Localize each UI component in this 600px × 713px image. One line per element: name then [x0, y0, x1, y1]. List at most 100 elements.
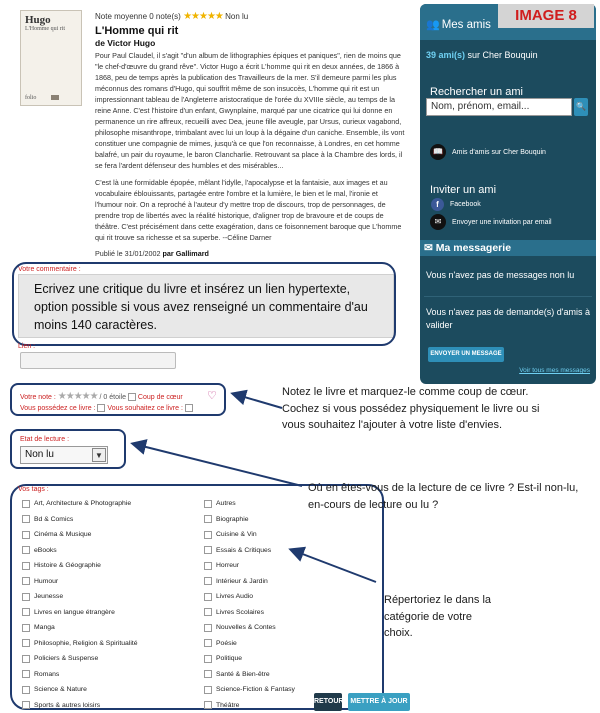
tag-option[interactable]: Humour	[22, 574, 148, 590]
tag-option[interactable]: Nouvelles & Contes	[204, 620, 295, 636]
tag-checkbox[interactable]	[204, 515, 212, 524]
link-label: Lien :	[18, 343, 36, 350]
friend-search-input[interactable]: Nom, prénom, email...	[426, 98, 572, 116]
facebook-invite-link[interactable]: f Facebook	[430, 198, 481, 211]
tag-label: Policiers & Suspense	[34, 655, 99, 663]
book-cover[interactable]: Hugo L'Homme qui rit folio	[20, 10, 82, 106]
tag-option[interactable]: Théâtre	[204, 698, 295, 713]
update-button[interactable]: METTRE À JOUR	[348, 693, 410, 711]
tag-option[interactable]: Romans	[22, 667, 148, 683]
tag-option[interactable]: Santé & Bien-être	[204, 667, 295, 683]
tag-checkbox[interactable]	[22, 499, 30, 508]
tag-option[interactable]: Cinéma & Musique	[22, 527, 148, 543]
heart-icon[interactable]: ♡	[207, 389, 217, 402]
tag-option[interactable]: Bd & Comics	[22, 512, 148, 528]
tag-checkbox[interactable]	[204, 670, 212, 679]
note-stars-input[interactable]: ★★★★★	[58, 391, 99, 402]
reading-state-label: Etat de lecture :	[20, 436, 70, 443]
tag-checkbox[interactable]	[204, 623, 212, 632]
back-button[interactable]: RETOUR	[314, 693, 343, 711]
tag-checkbox[interactable]	[22, 577, 30, 586]
tag-option[interactable]: Politique	[204, 651, 295, 667]
wish-checkbox[interactable]	[184, 404, 193, 412]
friends-count[interactable]: 39 ami(s) sur Cher Bouquin	[426, 50, 538, 60]
messages-title: Ma messagerie	[435, 242, 512, 254]
favorite-checkbox[interactable]	[127, 393, 136, 402]
tag-option[interactable]: Poésie	[204, 636, 295, 652]
tag-checkbox[interactable]	[22, 515, 30, 524]
tag-option[interactable]: Philosophie, Religion & Spiritualité	[22, 636, 148, 652]
friends-of-friends-link[interactable]: 📖 Amis d'amis sur Cher Bouquin	[430, 144, 546, 160]
tag-checkbox[interactable]	[22, 639, 30, 648]
tag-option[interactable]: Manga	[22, 620, 148, 636]
tag-label: Jeunesse	[34, 593, 64, 601]
tag-option[interactable]: Livres Audio	[204, 589, 295, 605]
cover-subtitle: L'Homme qui rit	[25, 26, 66, 32]
tag-option[interactable]: Cuisine & Vin	[204, 527, 295, 543]
tag-option[interactable]: Intérieur & Jardin	[204, 574, 295, 590]
tag-option[interactable]: Livres en langue étrangère	[22, 605, 148, 621]
tag-checkbox[interactable]	[22, 592, 30, 601]
tag-option[interactable]: Horreur	[204, 558, 295, 574]
publication-info: Publié le 31/01/2002 par Gallimard	[95, 249, 407, 258]
tag-checkbox[interactable]	[204, 654, 212, 663]
tag-option[interactable]: Livres Scolaires	[204, 605, 295, 621]
facebook-label: Facebook	[450, 201, 481, 208]
tag-checkbox[interactable]	[22, 623, 30, 632]
tag-label: eBooks	[34, 546, 57, 554]
comment-hint-callout: Ecrivez une critique du livre et insérez…	[12, 262, 396, 346]
tags-annotation: Répertoriez le dans la catégorie de votr…	[384, 594, 492, 639]
tag-option[interactable]: Art, Architecture & Photographie	[22, 496, 148, 512]
tag-label: Livres Scolaires	[216, 608, 264, 616]
email-invite-link[interactable]: ✉ Envoyer une invitation par email	[430, 214, 552, 230]
tag-option[interactable]: Histoire & Géographie	[22, 558, 148, 574]
tag-checkbox[interactable]	[204, 608, 212, 617]
reading-annotation: Où en êtes-vous de la lecture de ce livr…	[308, 482, 579, 511]
sidebar-divider	[424, 296, 592, 297]
tag-checkbox[interactable]	[22, 530, 30, 539]
tag-checkbox[interactable]	[204, 577, 212, 586]
cover-title: Hugo	[25, 14, 51, 26]
tag-checkbox[interactable]	[22, 685, 30, 694]
own-checkbox[interactable]	[97, 404, 106, 412]
tag-checkbox[interactable]	[22, 608, 30, 617]
tag-option[interactable]: Science & Nature	[22, 682, 148, 698]
search-icon[interactable]: 🔍	[574, 98, 588, 116]
publisher-link[interactable]: par Gallimard	[163, 249, 209, 258]
tag-option[interactable]: Policiers & Suspense	[22, 651, 148, 667]
tag-option[interactable]: eBooks	[22, 543, 148, 559]
tag-option[interactable]: Jeunesse	[22, 589, 148, 605]
tag-checkbox[interactable]	[22, 701, 30, 710]
tag-checkbox[interactable]	[22, 546, 30, 555]
tag-checkbox[interactable]	[22, 670, 30, 679]
rating-suffix: Non lu	[225, 12, 249, 21]
friends-count-suffix: sur Cher Bouquin	[467, 50, 538, 60]
tag-checkbox[interactable]	[204, 685, 212, 694]
tag-checkbox[interactable]	[22, 654, 30, 663]
tag-checkbox[interactable]	[204, 592, 212, 601]
tag-checkbox[interactable]	[204, 561, 212, 570]
tag-label: Nouvelles & Contes	[216, 624, 276, 632]
tag-option[interactable]: Sports & autres loisirs	[22, 698, 148, 713]
send-message-button[interactable]: ENVOYER UN MESSAGE	[428, 347, 504, 362]
all-messages-link[interactable]: Voir tous mes messages	[519, 367, 590, 374]
image-tag: IMAGE 8	[498, 4, 594, 28]
tag-option[interactable]: Essais & Critiques	[204, 543, 295, 559]
tag-checkbox[interactable]	[204, 701, 212, 710]
link-input[interactable]	[20, 352, 176, 369]
tag-label: Sports & autres loisirs	[34, 701, 101, 709]
tag-option[interactable]: Autres	[204, 496, 295, 512]
chevron-down-icon[interactable]: ▼	[92, 448, 106, 462]
friends-count-value[interactable]: 39 ami(s)	[426, 50, 465, 60]
reading-state-value: Non lu	[25, 449, 54, 460]
tag-option[interactable]: Biographie	[204, 512, 295, 528]
reading-state-select[interactable]: Non lu ▼	[20, 446, 108, 464]
tag-checkbox[interactable]	[22, 561, 30, 570]
note-annotation: Notez le livre et marquez-le comme coup …	[282, 386, 540, 431]
tag-checkbox[interactable]	[204, 546, 212, 555]
tag-checkbox[interactable]	[204, 530, 212, 539]
tag-checkbox[interactable]	[204, 499, 212, 508]
tag-option[interactable]: Science-Fiction & Fantasy	[204, 682, 295, 698]
tag-checkbox[interactable]	[204, 639, 212, 648]
tag-label: Poésie	[216, 639, 237, 647]
